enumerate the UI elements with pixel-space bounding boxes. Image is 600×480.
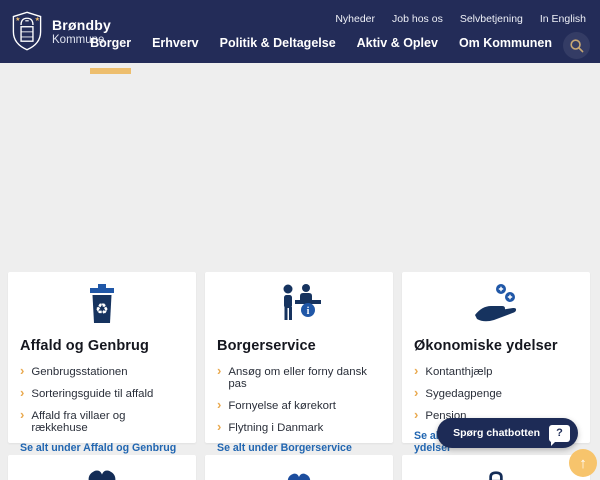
link-kontanthjaelp[interactable]: › Kontanthjælp xyxy=(414,364,578,378)
link-koerekort[interactable]: › Fornyelse af kørekort xyxy=(217,398,381,412)
chevron-right-icon: › xyxy=(217,363,222,378)
chevron-right-icon: › xyxy=(217,419,222,434)
link-genbrugsstationen[interactable]: › Genbrugsstationen xyxy=(20,364,184,378)
card-title: Økonomiske ydelser xyxy=(414,338,558,354)
nav-item-erhverv[interactable]: Erhverv xyxy=(152,36,199,54)
link-flytning[interactable]: › Flytning i Danmark xyxy=(217,420,381,434)
main-nav: Borger Erhverv Politik & Deltagelse Akti… xyxy=(90,36,552,74)
chevron-right-icon: › xyxy=(414,385,419,400)
link-affald-villaer[interactable]: › Affald fra villaer og rækkehuse xyxy=(20,408,184,434)
nav-item-om-kommunen[interactable]: Om Kommunen xyxy=(459,36,552,54)
chatbot-button[interactable]: Spørg chatbotten ? xyxy=(437,418,578,448)
card-affald-og-genbrug: ♻ Affald og Genbrug › Genbrugsstationen … xyxy=(8,272,196,454)
search-icon xyxy=(569,38,583,52)
link-dansk-pas[interactable]: › Ansøg om eller forny dansk pas xyxy=(217,364,381,390)
chevron-right-icon: › xyxy=(414,407,419,422)
recycle-bin-icon: ♻ xyxy=(8,282,196,326)
search-button[interactable] xyxy=(563,32,590,59)
card-title: Borgerservice xyxy=(217,338,316,354)
service-desk-icon: i xyxy=(205,282,393,326)
utility-link-in-english[interactable]: In English xyxy=(540,13,586,25)
nav-item-borger[interactable]: Borger xyxy=(90,36,131,74)
card-link-list: › Genbrugsstationen › Sorteringsguide ti… xyxy=(20,364,184,434)
see-all-affald-link[interactable]: Se alt under Affald og Genbrug xyxy=(20,442,184,454)
card-borgerservice: i Borgerservice › Ansøg om eller forny d… xyxy=(205,272,393,454)
dark-heart-icon xyxy=(8,461,196,480)
utility-nav: Nyheder Job hos os Selvbetjening In Engl… xyxy=(335,13,586,25)
svg-text:♻: ♻ xyxy=(95,301,108,318)
scroll-to-top-button[interactable]: ↑ xyxy=(569,449,597,477)
svg-text:★: ★ xyxy=(15,16,20,23)
card-partial-1 xyxy=(8,455,196,480)
svg-text:i: i xyxy=(307,306,310,317)
chevron-right-icon: › xyxy=(217,397,222,412)
see-all-borgerservice-link[interactable]: Se alt under Borgerservice xyxy=(217,442,381,454)
chevron-right-icon: › xyxy=(20,385,25,400)
blue-heart-icon xyxy=(205,462,393,480)
hand-coins-icon xyxy=(402,282,590,326)
arrow-up-icon: ↑ xyxy=(579,454,587,472)
bag-icon xyxy=(402,465,590,480)
card-partial-2 xyxy=(205,455,393,480)
page: ★ ★ Brøndby Kommune Nyheder Job hos os S… xyxy=(0,0,600,480)
chevron-right-icon: › xyxy=(414,363,419,378)
card-link-list: › Ansøg om eller forny dansk pas › Forny… xyxy=(217,364,381,434)
question-bubble-icon: ? xyxy=(549,424,570,446)
chatbot-label: Spørg chatbotten xyxy=(453,427,540,439)
utility-link-selvbetjening[interactable]: Selvbetjening xyxy=(460,13,523,25)
brand-line1: Brøndby xyxy=(52,16,111,33)
service-cards-row-partial xyxy=(8,455,592,480)
link-sorteringsguide[interactable]: › Sorteringsguide til affald xyxy=(20,386,184,400)
nav-item-politik-deltagelse[interactable]: Politik & Deltagelse xyxy=(220,36,336,54)
link-sygedagpenge[interactable]: › Sygedagpenge xyxy=(414,386,578,400)
svg-text:★: ★ xyxy=(35,16,40,23)
card-title: Affald og Genbrug xyxy=(20,338,149,354)
card-partial-3 xyxy=(402,455,590,480)
chevron-right-icon: › xyxy=(20,407,25,422)
chevron-right-icon: › xyxy=(20,363,25,378)
utility-link-job-hos-os[interactable]: Job hos os xyxy=(392,13,443,25)
card-link-list: › Kontanthjælp › Sygedagpenge › Pension xyxy=(414,364,578,422)
nav-item-aktiv-oplev[interactable]: Aktiv & Oplev xyxy=(357,36,438,54)
site-header: ★ ★ Brøndby Kommune Nyheder Job hos os S… xyxy=(0,0,600,74)
utility-link-nyheder[interactable]: Nyheder xyxy=(335,13,375,25)
municipal-crest-icon: ★ ★ xyxy=(12,11,42,51)
